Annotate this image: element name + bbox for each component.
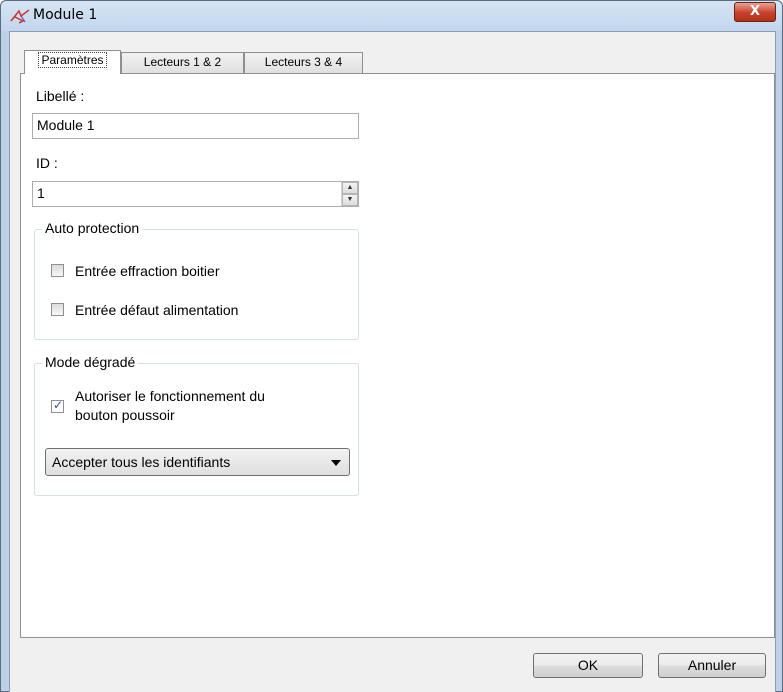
- chevron-down-icon: [331, 460, 341, 466]
- id-stepper[interactable]: 1 ▲ ▼: [32, 181, 359, 207]
- tab-label: Lecteurs 1 & 2: [143, 55, 222, 69]
- libelle-label: Libellé :: [36, 88, 85, 104]
- alimentation-label[interactable]: Entrée défaut alimentation: [75, 301, 238, 319]
- tab-lecteurs-3-4[interactable]: Lecteurs 3 & 4: [244, 52, 363, 73]
- select-value: Accepter tous les identifiants: [52, 454, 231, 470]
- tab-label: Lecteurs 3 & 4: [264, 55, 343, 69]
- cancel-button[interactable]: Annuler: [658, 653, 766, 678]
- ok-button[interactable]: OK: [533, 653, 643, 678]
- close-button[interactable]: X: [734, 2, 776, 22]
- mode-degrade-group: [34, 363, 359, 496]
- close-icon: X: [749, 4, 761, 19]
- id-label: ID :: [36, 155, 58, 171]
- ok-label: OK: [577, 657, 599, 673]
- tab-parametres[interactable]: Paramètres: [24, 50, 121, 74]
- effraction-checkbox[interactable]: [51, 264, 64, 277]
- window-title: Module 1: [33, 7, 98, 23]
- effraction-label[interactable]: Entrée effraction boitier: [75, 262, 220, 280]
- libelle-value: Module 1: [37, 117, 95, 133]
- bouton-poussoir-checkbox[interactable]: [51, 398, 64, 413]
- alimentation-checkbox[interactable]: [51, 303, 64, 316]
- libelle-input[interactable]: Module 1: [32, 113, 359, 139]
- title-bar[interactable]: Module 1 X: [1, 1, 782, 31]
- spin-up-icon[interactable]: ▲: [342, 182, 358, 194]
- identifiants-select[interactable]: Accepter tous les identifiants: [45, 448, 350, 476]
- id-value: 1: [37, 185, 45, 201]
- bouton-poussoir-label-line1[interactable]: Autoriser le fonctionnement du: [75, 387, 265, 405]
- tab-label: Paramètres: [38, 52, 107, 68]
- auto-protection-title: Auto protection: [42, 220, 143, 236]
- bouton-poussoir-label-line2[interactable]: bouton poussoir: [75, 406, 175, 424]
- id-spinner[interactable]: ▲ ▼: [341, 182, 358, 206]
- module-icon: [10, 9, 30, 24]
- spin-down-icon[interactable]: ▼: [342, 194, 358, 206]
- cancel-label: Annuler: [687, 657, 737, 673]
- tab-lecteurs-1-2[interactable]: Lecteurs 1 & 2: [121, 52, 244, 73]
- mode-degrade-title: Mode dégradé: [42, 354, 139, 370]
- auto-protection-group: [34, 229, 359, 340]
